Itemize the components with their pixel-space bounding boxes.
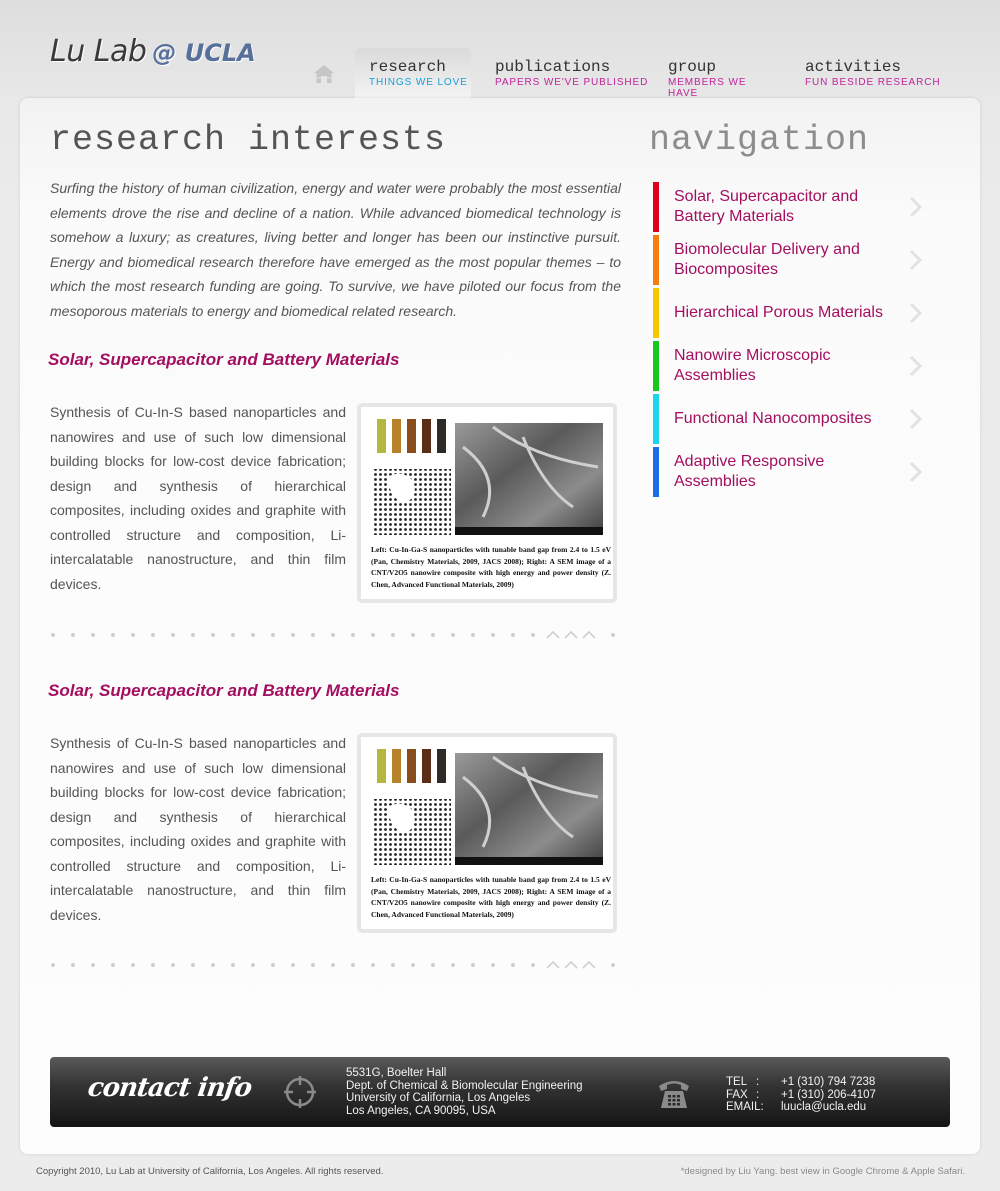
research-figure[interactable]: Left: Cu-In-Ga-S nanoparticles with tuna… <box>357 403 617 603</box>
contact-details: TEL: +1 (310) 794 7238 FAX: +1 (310) 206-4… <box>726 1076 876 1114</box>
footer-credit: *designed by Liu Yang. best view in Goog… <box>680 1166 965 1177</box>
section-title: Solar, Supercapacitor and Battery Materi… <box>48 350 400 369</box>
contact-fax-value: +1 (310) 206-4107 <box>781 1088 876 1101</box>
address-line: University of California, Los Angeles <box>346 1092 531 1104</box>
tab-research-subtitle: Things We Love <box>369 77 468 88</box>
contact-address: 5531G, Boelter Hall Dept. of Chemical & … <box>346 1067 583 1117</box>
home-icon[interactable] <box>312 62 336 86</box>
contact-key: TEL <box>726 1076 748 1088</box>
footer-copyright: Copyright 2010, Lu Lab at University of … <box>36 1166 384 1177</box>
section-text: Synthesis of Cu-In-S based nanoparticles… <box>50 735 346 923</box>
nav-item-label: Functional Nanocomposites <box>674 410 872 427</box>
contact-fax-row: FAX: +1 (310) 206-4107 <box>726 1089 876 1102</box>
site-logo[interactable]: Lu Lab @ UCLA <box>50 34 256 69</box>
research-figure[interactable]: Left: Cu-In-Ga-S nanoparticles with tuna… <box>357 733 617 933</box>
navigation-title: navigation <box>649 120 870 160</box>
chevron-right-icon <box>909 302 923 324</box>
figure-caption: Left: Cu-In-Ga-S nanoparticles with tuna… <box>371 545 611 589</box>
nav-item-nanocomposites[interactable]: Functional Nanocomposites <box>653 394 923 444</box>
contact-tel-row: TEL: +1 (310) 794 7238 <box>726 1076 876 1089</box>
nav-item-adaptive[interactable]: Adaptive Responsive Assemblies <box>653 447 923 497</box>
address-line: 5531G, Boelter Hall <box>346 1067 447 1079</box>
tab-publications-subtitle: Papers We've Published <box>495 77 649 88</box>
section-text: Synthesis of Cu-In-S based nanoparticles… <box>50 404 346 592</box>
location-target-icon <box>284 1076 316 1108</box>
intro-paragraph: Surfing the history of human civilizatio… <box>50 180 621 319</box>
tab-group-subtitle: Members We Have <box>668 77 747 99</box>
figure-image <box>373 419 603 535</box>
tab-activities-subtitle: Fun Beside Research <box>805 77 941 88</box>
chevron-right-icon <box>909 461 923 483</box>
contact-bar: contact info 5531G, Boelter Hall Dept. o… <box>50 1057 950 1127</box>
chevron-right-icon <box>909 196 923 218</box>
tab-publications[interactable]: publications Papers We've Published <box>481 48 651 98</box>
contact-email-link[interactable]: luucla@ucla.edu <box>781 1101 866 1114</box>
chevron-right-icon <box>909 249 923 271</box>
nav-item-nanowire[interactable]: Nanowire Microscopic Assemblies <box>653 341 923 391</box>
nav-item-label: Adaptive Responsive Assemblies <box>674 453 825 490</box>
section-divider <box>51 960 615 969</box>
contact-key: FAX <box>726 1088 748 1101</box>
tab-activities-title: activities <box>805 58 902 76</box>
tab-group-title: group <box>668 58 717 76</box>
chevron-right-icon <box>909 408 923 430</box>
contact-separator: : <box>756 1076 760 1088</box>
nav-item-label: Biomolecular Delivery and Biocomposites <box>674 241 860 278</box>
telephone-icon <box>659 1081 689 1108</box>
contact-tel-value[interactable]: +1 (310) 794 7238 <box>781 1076 875 1089</box>
contact-separator: : <box>756 1088 760 1101</box>
tab-group[interactable]: group Members We Have <box>654 48 780 99</box>
logo-subtext: @ UCLA <box>152 39 256 67</box>
chevron-right-icon <box>909 355 923 377</box>
section-title: Solar, Supercapacitor and Battery Materi… <box>48 681 400 700</box>
tab-publications-title: publications <box>495 58 611 76</box>
tab-research[interactable]: research Things We Love <box>355 48 471 98</box>
address-line: Los Angeles, CA 90095, USA <box>346 1104 496 1117</box>
back-to-top-chevrons-icon[interactable] <box>546 630 596 639</box>
nav-item-label: Nanowire Microscopic Assemblies <box>674 347 831 384</box>
back-to-top-chevrons-icon[interactable] <box>546 960 596 969</box>
figure-image <box>373 749 603 865</box>
contact-key: EMAIL: <box>726 1101 764 1113</box>
tab-activities[interactable]: activities Fun Beside Research <box>791 48 941 98</box>
logo-text: Lu Lab <box>50 34 147 69</box>
address-line: Dept. of Chemical & Biomolecular Enginee… <box>346 1079 583 1092</box>
contact-title: contact info <box>85 1073 254 1103</box>
nav-item-label: Solar, Supercapacitor and Battery Materi… <box>674 188 859 225</box>
section-divider <box>51 630 615 639</box>
contact-email-row: EMAIL: luucla@ucla.edu <box>726 1101 876 1114</box>
nav-item-solar[interactable]: Solar, Supercapacitor and Battery Materi… <box>653 182 923 232</box>
tab-research-title: research <box>369 58 446 76</box>
nav-item-label: Hierarchical Porous Materials <box>674 304 883 321</box>
nav-item-biomolecular[interactable]: Biomolecular Delivery and Biocomposites <box>653 235 923 285</box>
page-title: research interests <box>50 120 447 160</box>
figure-caption: Left: Cu-In-Ga-S nanoparticles with tuna… <box>371 875 611 919</box>
nav-item-porous[interactable]: Hierarchical Porous Materials <box>653 288 923 338</box>
